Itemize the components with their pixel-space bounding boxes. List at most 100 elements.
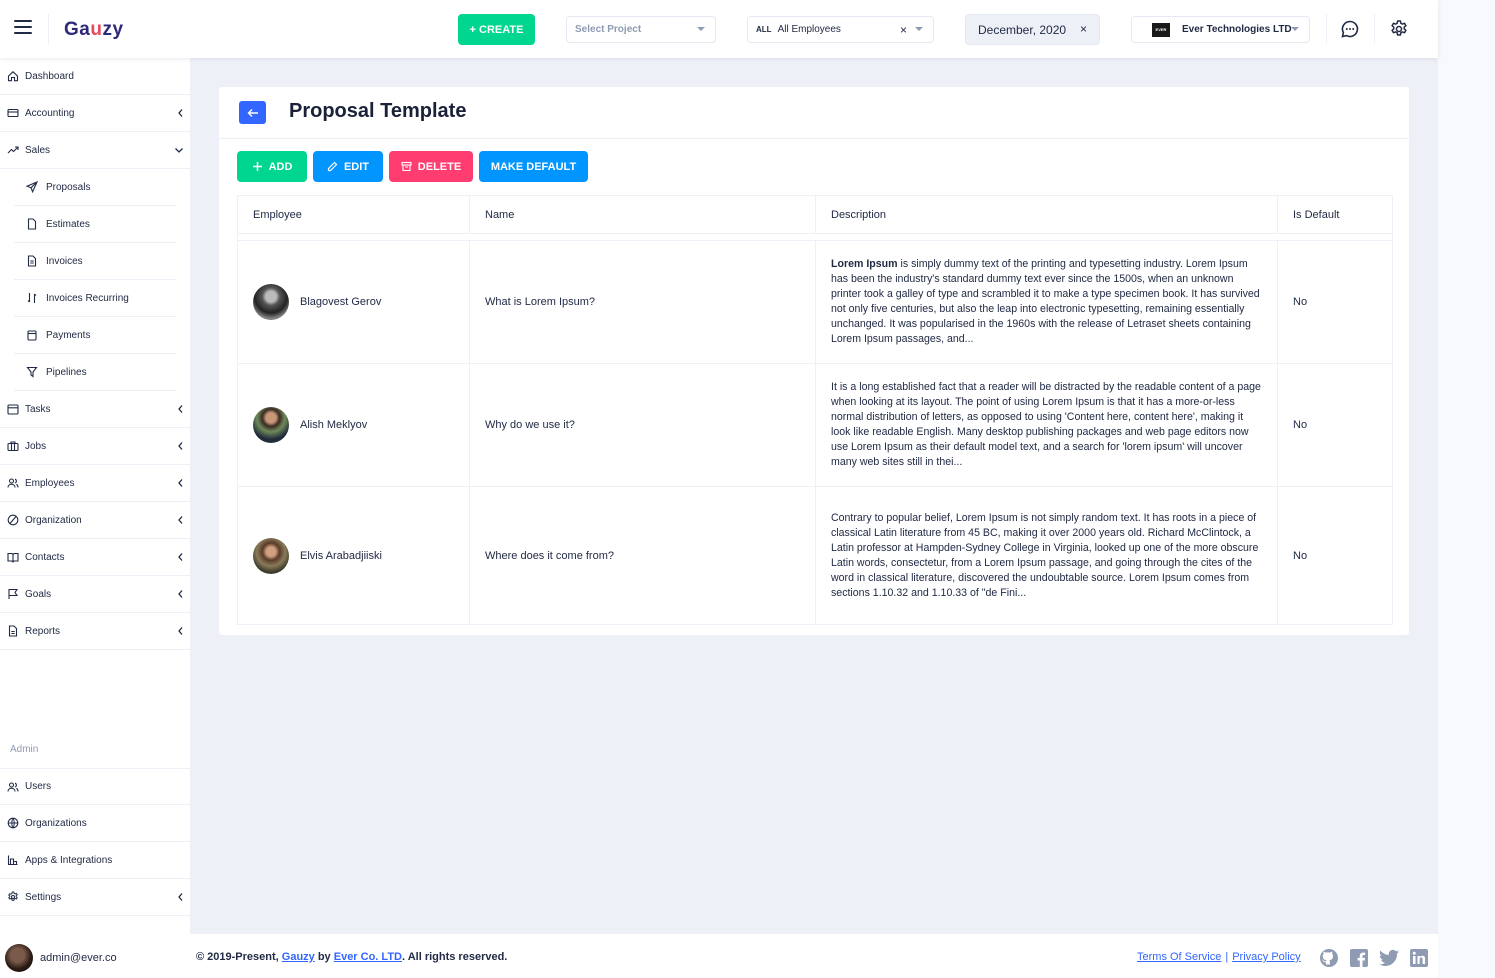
sidebar-item-dashboard[interactable]: Dashboard [0, 58, 190, 95]
sidebar-item-label: Users [25, 781, 52, 792]
footer: admin@ever.co © 2019-Present, Gauzy by E… [0, 934, 1438, 978]
column-header-is-default[interactable]: Is Default [1278, 196, 1394, 233]
description-bold: Lorem Ipsum [831, 258, 898, 270]
sidebar-item-jobs[interactable]: Jobs [0, 428, 190, 465]
sidebar-item-label: Estimates [46, 218, 90, 230]
chevron-down-icon [915, 27, 923, 31]
plus-icon [252, 162, 262, 171]
sidebar-item-accounting[interactable]: Accounting [0, 95, 190, 132]
sidebar-item-users[interactable]: Users [0, 768, 190, 805]
sidebar-item-label: Invoices [46, 255, 83, 267]
sidebar-item-label: Dashboard [25, 70, 74, 82]
back-button[interactable] [239, 101, 266, 124]
sidebar-item-apps-integrations[interactable]: Apps & Integrations [0, 842, 190, 879]
column-header-description[interactable]: Description [816, 196, 1278, 233]
chat-icon[interactable] [1340, 19, 1360, 39]
sidebar-item-invoices-recurring[interactable]: Invoices Recurring [14, 280, 176, 317]
globe-icon [6, 514, 19, 527]
chevron-left-icon [178, 442, 183, 450]
is-default-cell: No [1293, 296, 1308, 308]
edit-button[interactable]: EDIT [313, 151, 383, 182]
sidebar-item-goals[interactable]: Goals [0, 576, 190, 613]
sidebar-item-organizations[interactable]: Organizations [0, 805, 190, 842]
page-title: Proposal Template [289, 100, 467, 122]
is-default-cell: No [1293, 550, 1308, 562]
column-header-employee[interactable]: Employee [238, 196, 470, 233]
ever-co-link[interactable]: Ever Co. LTD [334, 951, 402, 963]
arrow-left-icon [247, 108, 258, 117]
report-icon [6, 625, 19, 638]
gauzy-link[interactable]: Gauzy [282, 951, 315, 963]
gauzy-logo[interactable]: Gauzy [64, 19, 124, 41]
people-icon [6, 780, 19, 793]
employee-cell: Blagovest Gerov [238, 241, 470, 363]
create-button[interactable]: + CREATE [458, 14, 535, 45]
sidebar-item-employees[interactable]: Employees [0, 465, 190, 502]
add-button[interactable]: ADD [237, 151, 307, 182]
chevron-left-icon [178, 516, 183, 524]
employee-select[interactable]: ALL All Employees × [747, 16, 934, 43]
delete-button[interactable]: DELETE [389, 151, 473, 182]
description-cell: It is a long established fact that a rea… [816, 364, 1278, 486]
description-cell: Contrary to popular belief, Lorem Ipsum … [816, 487, 1278, 625]
privacy-policy-link[interactable]: Privacy Policy [1232, 951, 1300, 963]
sidebar-item-reports[interactable]: Reports [0, 613, 190, 650]
home-icon [6, 70, 19, 83]
sidebar-item-label: Organizations [25, 817, 87, 829]
sidebar-item-proposals[interactable]: Proposals [14, 169, 176, 206]
sidebar-item-label: Settings [25, 891, 62, 903]
organization-select[interactable]: EVER Ever Technologies LTD [1131, 16, 1310, 43]
sidebar-item-sales[interactable]: Sales [0, 132, 190, 169]
avatar [253, 284, 289, 320]
sidebar-item-organization[interactable]: Organization [0, 502, 190, 539]
name-cell: Why do we use it? [470, 364, 816, 486]
employee-cell: Alish Meklyov [238, 364, 470, 486]
sidebar-item-estimates[interactable]: Estimates [14, 206, 176, 243]
employee-name: Alish Meklyov [300, 419, 368, 431]
make-default-button[interactable]: MAKE DEFAULT [479, 151, 588, 182]
chevron-left-icon [178, 109, 183, 117]
table-row[interactable]: Elvis Arabadjiiski Where does it come fr… [238, 487, 1392, 625]
header-divider [1374, 14, 1375, 44]
sidebar-item-label: Organization [25, 514, 82, 526]
chevron-left-icon [178, 893, 183, 901]
recurring-icon [25, 292, 38, 305]
sidebar-item-tasks[interactable]: Tasks [0, 391, 190, 428]
sidebar-item-label: Jobs [25, 440, 47, 452]
sidebar-item-pipelines[interactable]: Pipelines [14, 354, 176, 391]
proposal-template-card: Proposal Template ADD EDIT DELETE MAKE D… [218, 86, 1410, 636]
file-icon [25, 218, 38, 231]
sidebar-item-contacts[interactable]: Contacts [0, 539, 190, 576]
sidebar-item-settings[interactable]: Settings [0, 879, 190, 916]
avatar [253, 538, 289, 574]
github-icon[interactable] [1319, 948, 1339, 968]
facebook-icon[interactable] [1349, 948, 1369, 968]
project-select[interactable]: Select Project [566, 16, 716, 43]
book-open-icon [6, 551, 19, 564]
column-header-name[interactable]: Name [470, 196, 816, 233]
funnel-icon [25, 366, 38, 379]
linkedin-icon[interactable] [1409, 948, 1429, 968]
table-row[interactable]: Blagovest Gerov What is Lorem Ipsum? Lor… [238, 241, 1392, 364]
date-selector[interactable]: December, 2020 × [965, 14, 1100, 45]
sidebar-item-invoices[interactable]: Invoices [14, 243, 176, 280]
sidebar-item-label: Apps & Integrations [25, 854, 113, 866]
edit-pencil-icon [327, 161, 338, 172]
organization-logo: EVER [1152, 22, 1170, 37]
date-value: December, 2020 [978, 22, 1067, 37]
sidebar-item-payments[interactable]: Payments [14, 317, 176, 354]
sidebar-item-label: Invoices Recurring [46, 292, 129, 304]
clear-employee-icon[interactable]: × [900, 23, 907, 37]
trending-up-icon [6, 144, 19, 157]
flag-icon [6, 588, 19, 601]
sidebar-item-label: Sales [25, 144, 51, 156]
clear-date-icon[interactable]: × [1080, 22, 1087, 36]
proposal-template-table: Employee Name Description Is Default Bla… [237, 195, 1393, 625]
settings-gear-icon[interactable] [1389, 19, 1409, 39]
terms-of-service-link[interactable]: Terms Of Service [1137, 951, 1221, 963]
user-menu[interactable]: admin@ever.co [5, 944, 117, 972]
menu-toggle-icon[interactable] [14, 20, 32, 36]
table-row[interactable]: Alish Meklyov Why do we use it? It is a … [238, 364, 1392, 487]
twitter-icon[interactable] [1378, 948, 1400, 968]
filter-row [238, 233, 1392, 241]
